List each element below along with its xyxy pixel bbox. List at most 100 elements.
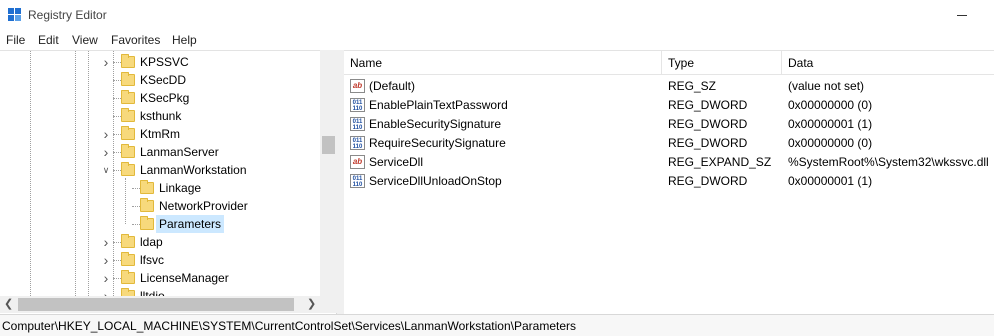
tree-item[interactable]: KSecDD	[0, 71, 320, 89]
menu-file[interactable]: File	[6, 33, 25, 47]
list-item[interactable]: ab (Default) REG_SZ (value not set)	[344, 77, 994, 96]
tree-item-label: KtmRm	[140, 127, 180, 141]
folder-icon	[121, 234, 135, 248]
menu-view[interactable]: View	[72, 33, 98, 47]
folder-icon	[140, 198, 154, 212]
scroll-right-icon[interactable]: ❯	[307, 296, 316, 313]
status-bar: Computer\HKEY_LOCAL_MACHINE\SYSTEM\Curre…	[0, 314, 994, 336]
tree-item[interactable]: › KPSSVC	[0, 53, 320, 71]
menu-bar: File Edit View Favorites Help	[0, 30, 994, 50]
value-name: EnablePlainTextPassword	[369, 98, 508, 112]
value-name: (Default)	[369, 79, 416, 93]
tree-guide-line	[113, 80, 121, 81]
tree-item-label: Parameters	[156, 215, 225, 233]
folder-icon	[121, 90, 135, 104]
value-name: ServiceDll	[369, 155, 424, 169]
tree-item[interactable]: › ldap	[0, 233, 320, 251]
list-item[interactable]: 011 110 RequireSecuritySignature REG_DWORD…	[344, 134, 994, 153]
tree-item-label: LicenseManager	[140, 271, 229, 285]
scrollbar-thumb[interactable]	[322, 136, 335, 154]
title-bar: Registry Editor	[0, 0, 994, 30]
tree-item[interactable]: › LanmanServer	[0, 143, 320, 161]
tree-item[interactable]: Linkage	[0, 179, 320, 197]
list-item[interactable]: 011 110 ServiceDllUnloadOnStop REG_DWORD 0x…	[344, 172, 994, 191]
value-data: 0x00000001 (1)	[788, 117, 873, 131]
tree-item[interactable]: ∨ LanmanWorkstation	[0, 161, 320, 179]
tree-guide-line	[113, 62, 121, 63]
folder-icon	[121, 162, 135, 176]
list-item[interactable]: ab ServiceDll REG_EXPAND_SZ %SystemRoot%\Sy…	[344, 153, 994, 172]
dword-value-icon: 011 110	[350, 174, 365, 188]
tree-guide-line	[113, 98, 121, 99]
tree-guide-line	[113, 260, 121, 261]
chevron-right-icon[interactable]: ›	[101, 53, 111, 71]
scrollbar-thumb[interactable]	[18, 298, 294, 311]
string-value-icon: ab	[350, 79, 365, 93]
value-data: %SystemRoot%\System32\wkssvc.dll	[788, 155, 989, 169]
value-type: REG_DWORD	[668, 136, 748, 150]
list-item[interactable]: 011 110 EnablePlainTextPassword REG_DWORD 0…	[344, 96, 994, 115]
chevron-right-icon[interactable]: ›	[101, 251, 111, 269]
scroll-left-icon[interactable]: ❮	[4, 296, 13, 313]
tree-item[interactable]: ksthunk	[0, 107, 320, 125]
tree-item-label: KPSSVC	[140, 55, 189, 69]
chevron-right-icon[interactable]: ›	[101, 269, 111, 287]
menu-edit[interactable]: Edit	[38, 33, 59, 47]
tree-item[interactable]: Parameters	[0, 215, 320, 233]
value-data: 0x00000000 (0)	[788, 136, 873, 150]
chevron-down-icon[interactable]: ∨	[101, 161, 111, 179]
key-tree[interactable]: › KPSSVC KSecDD KSecPkg ksthunk › KtmRm › Lanman…	[0, 50, 337, 314]
tree-item[interactable]: KSecPkg	[0, 89, 320, 107]
column-header-data[interactable]: Data	[782, 51, 994, 75]
scroll-corner	[320, 296, 337, 313]
tree-item-label: KSecDD	[140, 73, 187, 87]
tree-guide-line	[132, 206, 140, 207]
tree-item[interactable]: › KtmRm	[0, 125, 320, 143]
value-name: RequireSecuritySignature	[369, 136, 506, 150]
value-name: ServiceDllUnloadOnStop	[369, 174, 502, 188]
list-header: Name Type Data	[344, 51, 994, 75]
value-type: REG_DWORD	[668, 117, 748, 131]
tree-item[interactable]: › lfsvc	[0, 251, 320, 269]
folder-icon	[121, 126, 135, 140]
minimize-button[interactable]	[950, 6, 980, 24]
folder-icon	[140, 180, 154, 194]
key-path: Computer\HKEY_LOCAL_MACHINE\SYSTEM\Curre…	[2, 319, 576, 333]
tree-item[interactable]: › LicenseManager	[0, 269, 320, 287]
value-type: REG_EXPAND_SZ	[668, 155, 772, 169]
tree-item-label: KSecPkg	[140, 91, 190, 105]
tree-guide-line	[113, 134, 121, 135]
tree-item-label: NetworkProvider	[159, 199, 248, 213]
dword-value-icon: 011 110	[350, 117, 365, 131]
tree-guide-line	[132, 224, 140, 225]
column-header-name[interactable]: Name	[344, 51, 662, 75]
chevron-right-icon[interactable]: ›	[101, 125, 111, 143]
value-list[interactable]: Name Type Data ab (Default) REG_SZ (value n…	[344, 50, 994, 314]
tree-vertical-scrollbar[interactable]	[320, 50, 337, 297]
chevron-right-icon[interactable]: ›	[101, 233, 111, 251]
tree-item-label: LanmanServer	[140, 145, 219, 159]
tree-horizontal-scrollbar[interactable]: ❮ ❯	[0, 296, 320, 313]
menu-help[interactable]: Help	[172, 33, 197, 47]
folder-icon	[121, 72, 135, 86]
tree-guide-line	[113, 116, 121, 117]
folder-icon	[121, 270, 135, 284]
window-title: Registry Editor	[28, 8, 107, 22]
column-header-type[interactable]: Type	[662, 51, 782, 75]
menu-favorites[interactable]: Favorites	[111, 33, 160, 47]
string-value-icon: ab	[350, 155, 365, 169]
tree-item[interactable]: NetworkProvider	[0, 197, 320, 215]
tree-guide-line	[113, 170, 121, 171]
folder-icon	[121, 54, 135, 68]
dword-value-icon: 011 110	[350, 98, 365, 112]
list-item[interactable]: 011 110 EnableSecuritySignature REG_DWORD 0…	[344, 115, 994, 134]
tree-guide-line	[113, 152, 121, 153]
chevron-right-icon[interactable]: ›	[101, 143, 111, 161]
tree-item-label: lfsvc	[140, 253, 164, 267]
folder-icon	[121, 252, 135, 266]
pane-splitter[interactable]	[337, 50, 344, 314]
folder-icon	[140, 216, 154, 230]
tree-item-label: ldap	[140, 235, 163, 249]
value-type: REG_DWORD	[668, 98, 748, 112]
value-data: (value not set)	[788, 79, 865, 93]
